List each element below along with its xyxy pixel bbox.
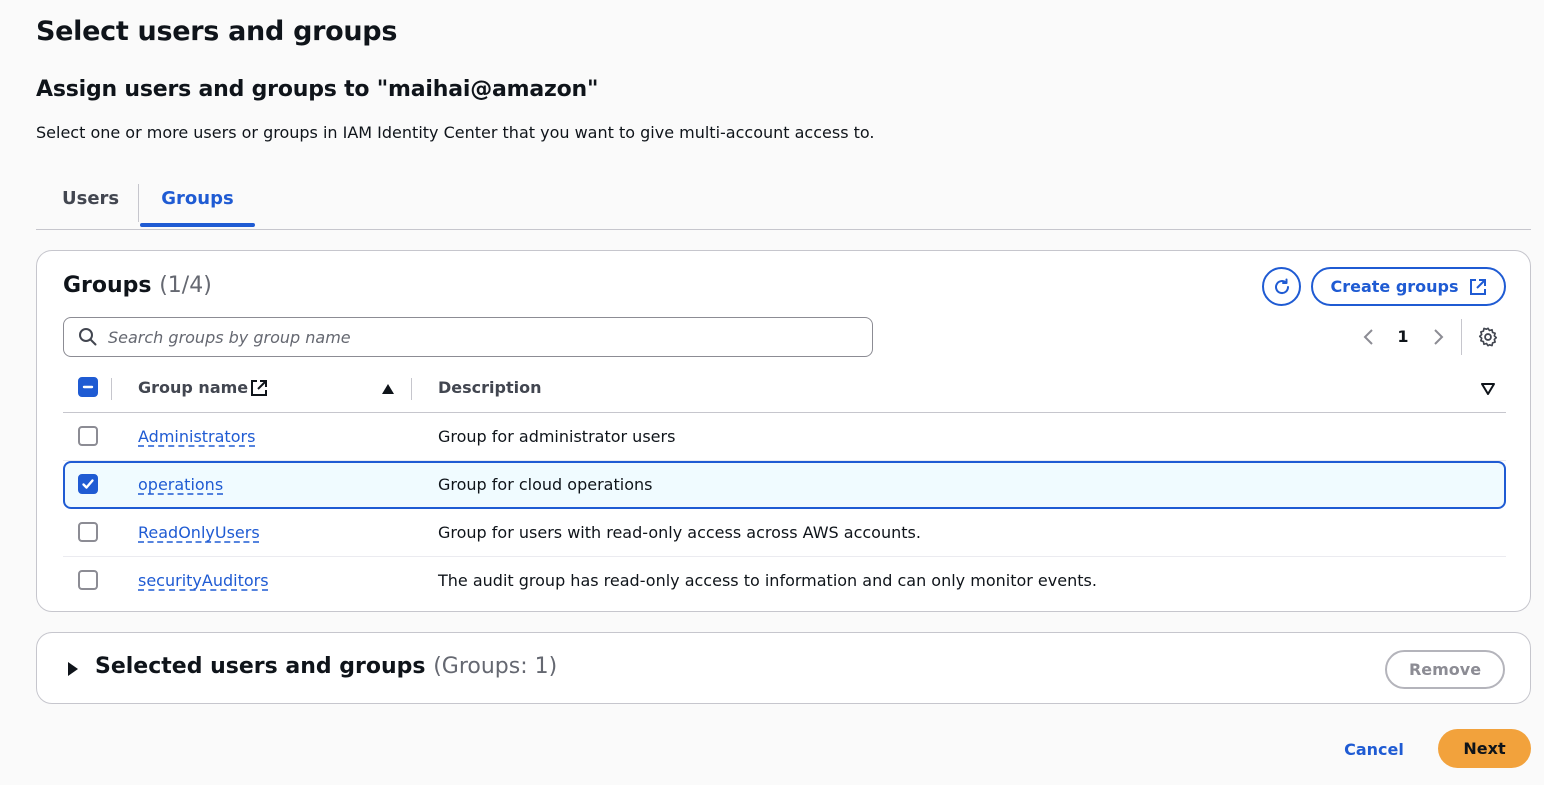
group-description: Group for users with read-only access ac… <box>438 523 921 542</box>
active-tab-indicator <box>140 223 255 227</box>
check-icon <box>82 479 94 489</box>
group-description: Group for administrator users <box>438 427 676 446</box>
column-separator <box>411 378 412 400</box>
groups-table: Group name Description Administrators Gr… <box>63 365 1506 605</box>
pager-divider <box>1461 319 1462 355</box>
table-row[interactable]: operations Group for cloud operations <box>63 461 1506 509</box>
create-groups-button[interactable]: Create groups <box>1311 267 1506 306</box>
column-header-group-name-label: Group name <box>138 378 249 397</box>
remove-button[interactable]: Remove <box>1385 650 1505 689</box>
table-header: Group name Description <box>63 365 1506 413</box>
table-row[interactable]: ReadOnlyUsers Group for users with read-… <box>63 509 1506 557</box>
search-input[interactable] <box>108 327 848 347</box>
selected-panel-title-label: Selected users and groups <box>95 654 426 679</box>
chevron-right-icon[interactable] <box>1428 324 1448 350</box>
refresh-icon <box>1274 278 1289 294</box>
column-header-description[interactable]: Description <box>438 378 541 397</box>
create-groups-label: Create groups <box>1330 277 1459 296</box>
minus-icon <box>82 385 94 389</box>
sort-ascending-icon[interactable] <box>381 383 395 395</box>
page-subtitle: Assign users and groups to "maihai@amazo… <box>36 77 599 102</box>
tab-groups[interactable]: Groups <box>140 180 255 229</box>
caret-right-icon[interactable] <box>67 661 79 677</box>
selected-users-groups-panel: Selected users and groups (Groups: 1) Re… <box>36 632 1531 704</box>
sort-descending-icon[interactable] <box>1481 383 1495 395</box>
selected-count: (Groups: 1) <box>433 654 558 679</box>
select-all-checkbox[interactable] <box>78 377 98 397</box>
tab-divider <box>138 184 139 222</box>
gear-icon[interactable] <box>1477 326 1499 348</box>
row-checkbox[interactable] <box>78 474 98 494</box>
row-checkbox[interactable] <box>78 522 98 542</box>
group-description: Group for cloud operations <box>438 475 653 494</box>
table-row[interactable]: securityAuditors The audit group has rea… <box>63 557 1506 605</box>
group-description: The audit group has read-only access to … <box>438 571 1097 590</box>
external-link-icon <box>251 379 268 396</box>
tab-users[interactable]: Users <box>62 180 119 229</box>
table-row[interactable]: Administrators Group for administrator u… <box>63 413 1506 461</box>
row-checkbox[interactable] <box>78 570 98 590</box>
groups-heading-label: Groups <box>63 273 152 298</box>
refresh-button[interactable] <box>1262 267 1301 306</box>
group-name-link[interactable]: ReadOnlyUsers <box>138 523 260 542</box>
search-box <box>63 317 873 357</box>
cancel-button[interactable]: Cancel <box>1330 730 1418 768</box>
row-checkbox[interactable] <box>78 426 98 446</box>
groups-heading: Groups (1/4) <box>63 273 212 298</box>
groups-count: (1/4) <box>159 273 212 298</box>
external-link-icon <box>1469 278 1486 295</box>
selected-panel-title[interactable]: Selected users and groups (Groups: 1) <box>95 654 557 679</box>
groups-panel: Groups (1/4) Create groups 1 <box>36 250 1531 612</box>
tab-bar: Users Groups <box>36 180 1531 230</box>
next-button[interactable]: Next <box>1438 729 1531 768</box>
column-separator <box>111 378 112 400</box>
group-name-link[interactable]: operations <box>138 475 223 494</box>
page-title: Select users and groups <box>36 16 398 47</box>
chevron-left-icon[interactable] <box>1359 324 1379 350</box>
group-name-link[interactable]: securityAuditors <box>138 571 269 590</box>
group-name-link[interactable]: Administrators <box>138 427 255 446</box>
page-number[interactable]: 1 <box>1393 327 1413 346</box>
column-header-group-name[interactable]: Group name <box>138 378 268 397</box>
page-description: Select one or more users or groups in IA… <box>36 123 875 142</box>
search-icon <box>79 328 97 346</box>
